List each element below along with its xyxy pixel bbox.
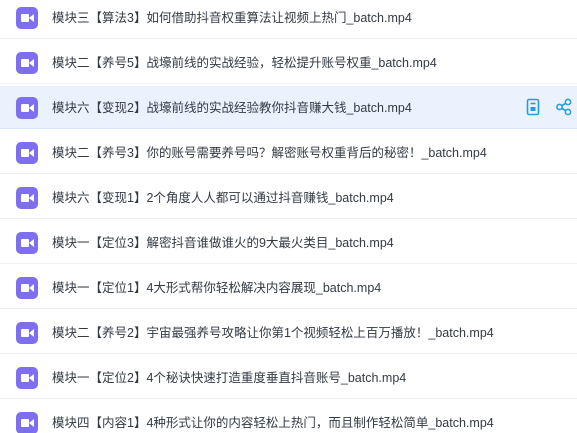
file-name[interactable]: 模块二【养号3】你的账号需要养号吗？解密账号权重背后的秘密！_batch.mp4 <box>52 143 487 163</box>
video-file-icon <box>16 367 38 389</box>
file-row[interactable]: 模块一【定位3】解密抖音谁做谁火的9大最火类目_batch.mp4 <box>0 221 577 264</box>
video-file-icon <box>16 97 38 119</box>
file-row[interactable]: 模块六【变现1】2个角度人人都可以通过抖音赚钱_batch.mp4 <box>0 176 577 219</box>
file-row[interactable]: 模块二【养号3】你的账号需要养号吗？解密账号权重背后的秘密！_batch.mp4 <box>0 131 577 174</box>
file-name[interactable]: 模块二【养号5】战壕前线的实战经验，轻松提升账号权重_batch.mp4 <box>52 53 437 73</box>
file-list: 模块三【算法3】如何借助抖音权重算法让视频上热门_batch.mp4 模块二【养… <box>0 0 577 433</box>
video-file-icon <box>16 52 38 74</box>
file-name[interactable]: 模块六【变现1】2个角度人人都可以通过抖音赚钱_batch.mp4 <box>52 188 394 208</box>
file-name[interactable]: 模块二【养号2】宇宙最强养号攻略让你第1个视频轻松上百万播放！_batch.mp… <box>52 323 494 343</box>
detail-icon[interactable] <box>524 98 542 116</box>
file-row[interactable]: 模块一【定位2】4个秘诀快速打造重度垂直抖音账号_batch.mp4 <box>0 356 577 399</box>
video-file-icon <box>16 277 38 299</box>
file-name[interactable]: 模块一【定位1】4大形式帮你轻松解决内容展现_batch.mp4 <box>52 278 381 298</box>
share-icon[interactable] <box>555 98 573 116</box>
file-name[interactable]: 模块三【算法3】如何借助抖音权重算法让视频上热门_batch.mp4 <box>52 8 412 28</box>
file-row[interactable]: 模块一【定位1】4大形式帮你轻松解决内容展现_batch.mp4 <box>0 266 577 309</box>
video-file-icon <box>16 322 38 344</box>
video-file-icon <box>16 187 38 209</box>
file-name[interactable]: 模块六【变现2】战壕前线的实战经验教你抖音赚大钱_batch.mp4 <box>52 98 412 118</box>
file-row[interactable]: 模块四【内容1】4种形式让你的内容轻松上热门，而且制作轻松简单_batch.mp… <box>0 401 577 433</box>
video-file-icon <box>16 412 38 433</box>
file-row[interactable]: 模块三【算法3】如何借助抖音权重算法让视频上热门_batch.mp4 <box>0 0 577 39</box>
video-file-icon <box>16 142 38 164</box>
video-file-icon <box>16 7 38 29</box>
file-name[interactable]: 模块四【内容1】4种形式让你的内容轻松上热门，而且制作轻松简单_batch.mp… <box>52 413 494 433</box>
file-row-selected[interactable]: 模块六【变现2】战壕前线的实战经验教你抖音赚大钱_batch.mp4 <box>0 86 577 129</box>
file-row[interactable]: 模块二【养号5】战壕前线的实战经验，轻松提升账号权重_batch.mp4 <box>0 41 577 84</box>
file-row[interactable]: 模块二【养号2】宇宙最强养号攻略让你第1个视频轻松上百万播放！_batch.mp… <box>0 311 577 354</box>
file-name[interactable]: 模块一【定位3】解密抖音谁做谁火的9大最火类目_batch.mp4 <box>52 233 394 253</box>
file-name[interactable]: 模块一【定位2】4个秘诀快速打造重度垂直抖音账号_batch.mp4 <box>52 368 406 388</box>
video-file-icon <box>16 232 38 254</box>
